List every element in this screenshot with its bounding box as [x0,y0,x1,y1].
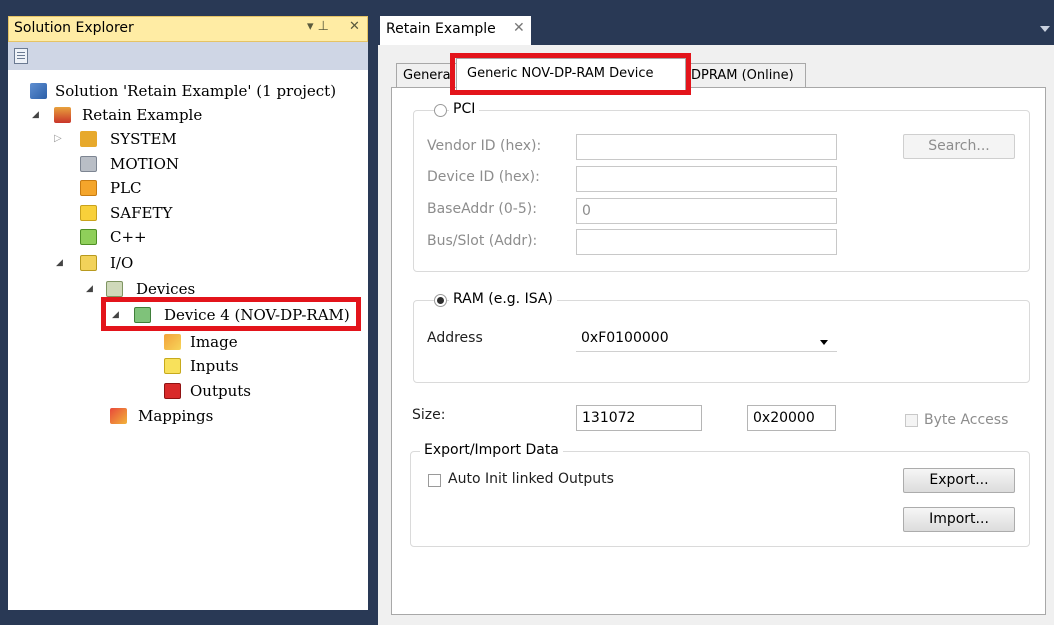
mappings-icon [110,408,127,424]
byte-access-checkbox[interactable] [905,414,918,427]
tab-dpram-online[interactable]: DPRAM (Online) [684,63,806,89]
tree-item-solution[interactable]: Solution 'Retain Example' (1 project) [30,79,350,103]
address-label: Address [427,330,483,346]
address-value: 0xF0100000 [581,330,669,346]
tree-item-mappings[interactable]: Mappings [110,404,310,428]
motion-icon [80,156,97,172]
devices-icon [106,281,123,297]
close-icon[interactable]: ✕ [349,19,360,34]
expanded-arrow-icon[interactable]: ◢ [56,251,63,275]
pci-label: PCI [449,101,480,117]
expanded-arrow-icon[interactable]: ◢ [32,103,39,127]
dropdown-arrow-icon[interactable] [1040,26,1050,32]
size-decimal-field[interactable]: 131072 [576,405,702,431]
system-icon [80,131,97,147]
search-button[interactable]: Search... [903,134,1015,159]
solution-icon [30,83,47,99]
auto-init-checkbox[interactable] [428,474,441,487]
auto-init-label: Auto Init linked Outputs [448,471,614,487]
close-icon[interactable]: ✕ [513,20,525,36]
project-icon [54,107,71,123]
size-hex-field[interactable]: 0x20000 [747,405,836,431]
tab-general[interactable]: General [396,63,458,89]
tree-item-safety[interactable]: SAFETY [80,201,280,225]
pin-icon[interactable]: ▾ ⊥ [307,19,329,34]
tree-item-plc[interactable]: PLC [80,176,280,200]
baseaddr-field[interactable]: 0 [576,198,837,224]
vendor-id-label: Vendor ID (hex): [427,138,542,154]
solution-explorer-title: Solution Explorer [14,20,134,36]
ram-label: RAM (e.g. ISA) [449,291,557,307]
export-import-label: Export/Import Data [420,442,563,458]
tab-highlight-box [450,53,691,95]
size-label: Size: [412,407,446,423]
solution-explorer-toolbar [8,42,368,70]
vendor-id-field[interactable] [576,134,837,160]
io-icon [80,255,97,271]
device-highlight-box [101,297,361,331]
expanded-arrow-icon[interactable]: ◢ [86,277,93,301]
bus-slot-field[interactable] [576,229,837,255]
baseaddr-label: BaseAddr (0-5): [427,201,537,217]
tree-item-cpp[interactable]: C++ [80,225,280,249]
solution-explorer-titlebar: Solution Explorer ▾ ⊥ ✕ [8,16,368,42]
export-button[interactable]: Export... [903,468,1015,493]
cpp-icon [80,229,97,245]
tree-item-retain-example[interactable]: ◢ Retain Example [32,103,332,127]
bus-slot-label: Bus/Slot (Addr): [427,233,538,249]
collapsed-arrow-icon[interactable]: ▷ [54,127,62,151]
ram-radio[interactable] [434,294,447,307]
tree-item-io[interactable]: ◢ I/O [56,251,256,275]
safety-icon [80,205,97,221]
tree-item-system[interactable]: ▷ SYSTEM [54,127,254,151]
properties-icon[interactable] [14,48,28,64]
export-import-group [410,451,1030,547]
outputs-icon [164,383,181,399]
chevron-down-icon[interactable] [820,340,828,345]
device-id-field[interactable] [576,166,837,192]
device-id-label: Device ID (hex): [427,169,540,185]
import-button[interactable]: Import... [903,507,1015,532]
address-select[interactable]: 0xF0100000 [576,326,837,352]
inputs-icon [164,358,181,374]
document-tab[interactable]: Retain Example ✕ [380,16,531,45]
tree-item-motion[interactable]: MOTION [80,152,280,176]
tree-item-inputs[interactable]: Inputs [164,354,324,378]
tree-item-outputs[interactable]: Outputs [164,379,324,403]
image-icon [164,334,181,350]
pci-radio[interactable] [434,104,447,117]
plc-icon [80,180,97,196]
byte-access-label: Byte Access [924,412,1009,428]
document-tab-label: Retain Example [386,21,496,37]
tree-item-image[interactable]: Image [164,330,324,354]
